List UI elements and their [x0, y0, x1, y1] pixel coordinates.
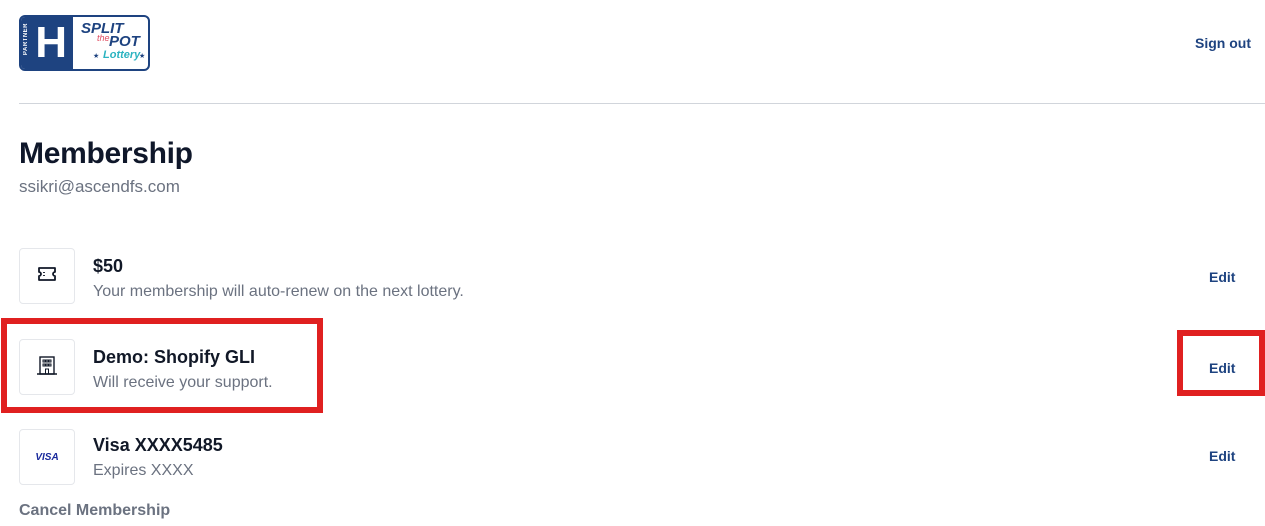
membership-amount-row: $50 Your membership will auto-renew on t… [19, 248, 1265, 308]
visa-card-icon: VISA [35, 451, 59, 463]
edit-amount-button[interactable]: Edit [1209, 269, 1235, 285]
visa-card-icon-box: VISA [19, 429, 75, 485]
header-divider [19, 103, 1265, 104]
payment-method-row: VISA Visa XXXX5485 Expires XXXX Edit [19, 429, 1265, 489]
logo-star-icon: ★ [93, 53, 100, 60]
logo-lottery-text: Lottery [103, 49, 141, 61]
highlight-box-edit [1177, 330, 1265, 396]
edit-payment-button[interactable]: Edit [1209, 448, 1235, 464]
ticket-icon-box [19, 248, 75, 304]
card-expiry: Expires XXXX [93, 462, 194, 479]
membership-amount: $50 [93, 256, 124, 276]
membership-page: H PARTNER SPLIT the POT ★ Lottery ★ Sign… [0, 0, 1265, 526]
user-email: ssikri@ascendfs.com [19, 177, 180, 196]
ticket-icon [37, 266, 57, 287]
logo-partner-text: PARTNER [23, 23, 29, 56]
cancel-membership-link[interactable]: Cancel Membership [19, 502, 170, 520]
logo-pot-text: POT [109, 33, 140, 50]
page-title: Membership [19, 137, 193, 170]
logo-star-icon: ★ [139, 53, 146, 60]
logo-the-text: the [97, 33, 110, 43]
highlight-box-organization [1, 318, 323, 413]
split-the-pot-logo[interactable]: H PARTNER SPLIT the POT ★ Lottery ★ [19, 15, 150, 71]
card-number: Visa XXXX5485 [93, 435, 223, 455]
membership-renew-note: Your membership will auto-renew on the n… [93, 283, 464, 300]
sign-out-link[interactable]: Sign out [1195, 35, 1251, 51]
